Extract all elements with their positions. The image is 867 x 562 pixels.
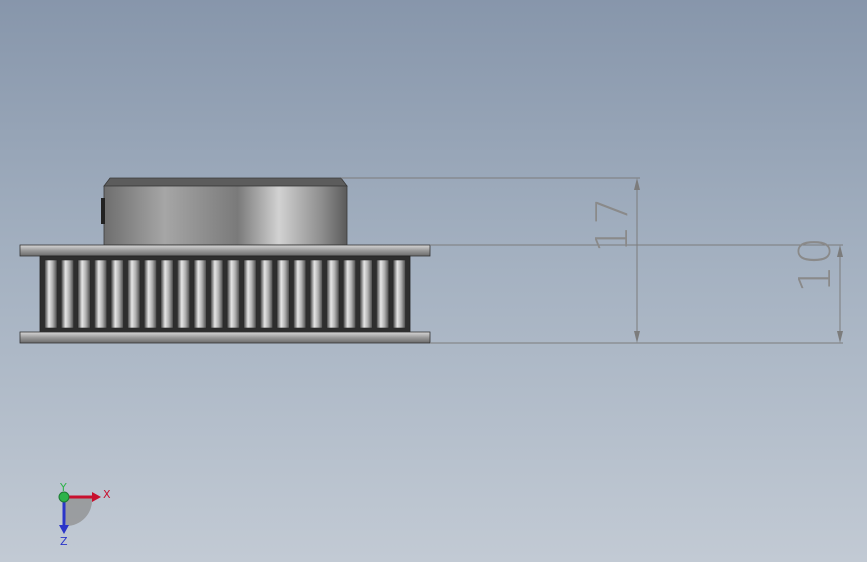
pulley-tooth	[93, 259, 108, 329]
dimension-text-10: 10	[790, 237, 841, 293]
pulley-tooth	[309, 259, 323, 329]
pulley-tooth	[293, 259, 307, 329]
pulley-tooth	[276, 259, 290, 329]
pulley-tooth	[176, 259, 191, 329]
y-axis-label: Y	[59, 481, 67, 494]
arrowhead-10-bottom	[837, 331, 843, 343]
pulley-tooth	[143, 259, 157, 329]
set-screw-hole	[101, 198, 105, 224]
pulley-tooth	[110, 259, 124, 329]
triad-shadow	[64, 498, 93, 527]
pulley-tooth	[243, 259, 257, 329]
pulley-tooth	[376, 259, 390, 329]
hub-body[interactable]	[103, 185, 348, 246]
hub-top-chamfer	[103, 177, 348, 187]
pulley-tooth	[226, 259, 240, 329]
arrowhead-17-top	[634, 178, 640, 190]
pulley-model[interactable]	[19, 177, 431, 344]
orientation-triad[interactable]: X Y Z	[58, 481, 111, 548]
pulley-tooth	[392, 259, 406, 329]
pulley-tooth	[210, 259, 224, 329]
z-axis-arrowhead	[59, 525, 69, 534]
pulley-tooth	[359, 259, 373, 329]
pulley-tooth	[326, 259, 340, 329]
arrowhead-17-bottom	[634, 331, 640, 343]
pulley-tooth	[193, 259, 207, 329]
dimension-overall-height[interactable]: 17	[341, 177, 843, 344]
dimension-text-17: 17	[587, 197, 638, 253]
pulley-tooth	[127, 259, 141, 329]
pulley-tooth	[160, 259, 174, 329]
pulley-tooth	[342, 259, 357, 329]
x-axis-arrowhead	[92, 492, 101, 502]
z-axis-label: Z	[60, 535, 68, 548]
x-axis-label: X	[103, 488, 111, 501]
pulley-tooth	[60, 259, 74, 329]
bottom-flange[interactable]	[19, 331, 431, 344]
cad-viewport[interactable]: 17 10 X Y Z	[0, 0, 867, 562]
pulley-tooth	[77, 259, 91, 329]
pulley-tooth	[44, 259, 58, 329]
top-flange[interactable]	[19, 244, 431, 257]
pulley-tooth	[259, 259, 274, 329]
dimension-toothed-height[interactable]: 10	[790, 237, 843, 343]
